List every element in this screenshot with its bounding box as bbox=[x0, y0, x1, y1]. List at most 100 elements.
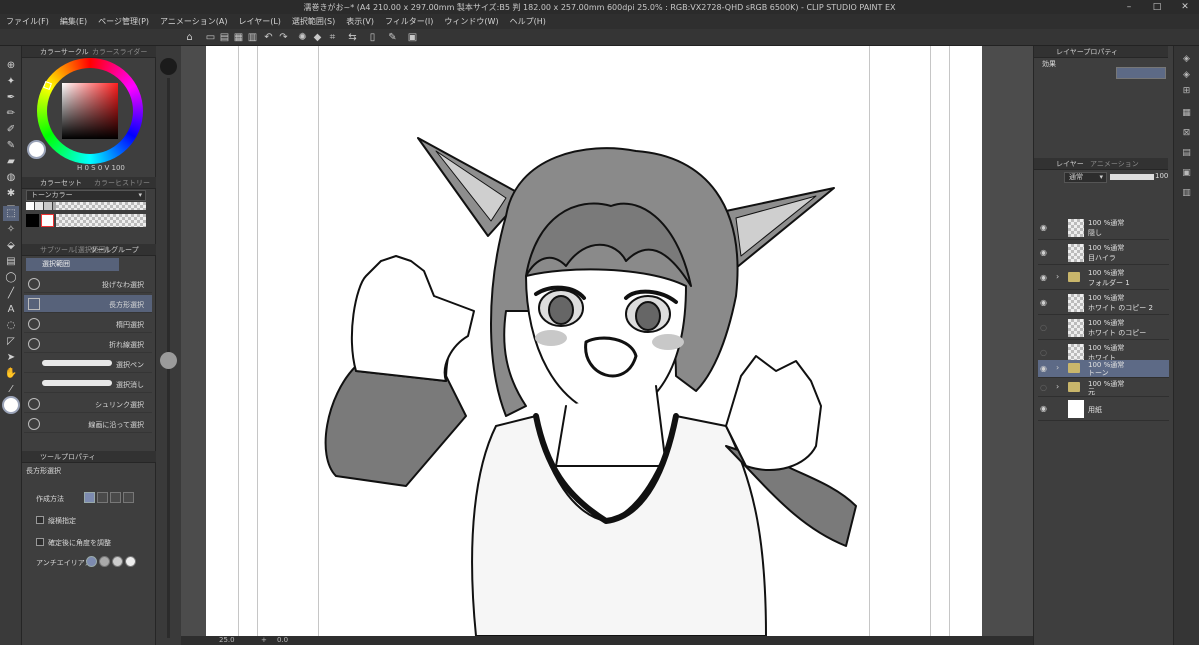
airbrush-tool-icon[interactable]: ✎ bbox=[3, 138, 19, 153]
minimize-button[interactable]: – bbox=[1115, 0, 1143, 14]
open-file-icon[interactable]: ▤ bbox=[218, 31, 231, 44]
layer-row[interactable]: ◉ 100 %通常 隠し bbox=[1038, 216, 1169, 240]
sub-tool-item[interactable]: 長方形選択 bbox=[24, 295, 152, 313]
layer-row[interactable]: ◉ 100 %通常 目ハイラ bbox=[1038, 241, 1169, 265]
redo-icon[interactable]: ↷ bbox=[277, 31, 290, 44]
export-icon[interactable]: ▥ bbox=[246, 31, 259, 44]
close-panel-icon[interactable]: ⊠ bbox=[1179, 126, 1194, 140]
tab-color-slider[interactable]: カラースライダー bbox=[92, 47, 147, 57]
zoom-in-icon[interactable]: + bbox=[261, 636, 267, 644]
sub-tool-item[interactable]: 投げなわ選択 bbox=[24, 275, 152, 293]
chevron-right-icon[interactable]: › bbox=[1056, 363, 1059, 372]
add-selection-button[interactable] bbox=[97, 492, 108, 503]
layer-search-icon[interactable]: ◈ bbox=[1179, 68, 1194, 82]
tab-color-set[interactable]: カラーセット bbox=[40, 178, 82, 188]
sub-tool-group-header[interactable]: 選択範囲 bbox=[26, 258, 119, 271]
layer-row[interactable]: ◉ › 100 %通常 フォルダー 1 bbox=[1038, 266, 1169, 290]
menu-filter[interactable]: フィルター(I) bbox=[385, 16, 433, 27]
swatch[interactable] bbox=[44, 202, 52, 210]
swatch[interactable] bbox=[41, 214, 54, 227]
transparent-swatch[interactable] bbox=[56, 202, 146, 210]
main-color-icon[interactable] bbox=[2, 396, 20, 414]
preview-icon[interactable]: ▣ bbox=[1179, 166, 1194, 180]
sub-tool-item[interactable]: 線画に沿って選択 bbox=[24, 415, 152, 433]
menu-help[interactable]: ヘルプ(H) bbox=[510, 16, 546, 27]
tab-layer[interactable]: レイヤー bbox=[1056, 159, 1084, 169]
layer-row-selected[interactable]: ◉ › 100 %通常 トーン bbox=[1038, 360, 1169, 378]
layer-stack-icon[interactable]: ◈ bbox=[1179, 52, 1194, 66]
eye-icon[interactable]: ◉ bbox=[1040, 364, 1047, 373]
effect-buttons[interactable] bbox=[1116, 67, 1166, 79]
sub-tool-item[interactable]: 選択消し bbox=[24, 375, 152, 393]
menu-window[interactable]: ウィンドウ(W) bbox=[444, 16, 498, 27]
layer-row[interactable]: ○ › 100 %通常 元 bbox=[1038, 379, 1169, 397]
tab-color-history[interactable]: カラーヒストリー bbox=[94, 178, 150, 188]
fill-bucket-icon[interactable]: ⬙ bbox=[3, 238, 19, 253]
eye-icon[interactable]: ◉ bbox=[1040, 248, 1047, 257]
new-file-icon[interactable]: ▭ bbox=[204, 31, 217, 44]
flip-icon[interactable]: ⇆ bbox=[346, 31, 359, 44]
menu-animation[interactable]: アニメーション(A) bbox=[160, 16, 227, 27]
move-tool-icon[interactable]: ✦ bbox=[3, 74, 19, 89]
selection-launcher-icon[interactable]: ▣ bbox=[406, 31, 419, 44]
blend-tool-icon[interactable]: ◍ bbox=[3, 170, 19, 185]
tab-tool-group[interactable]: ツールグループ bbox=[90, 245, 139, 255]
current-color-swatch[interactable] bbox=[27, 140, 46, 159]
saturation-value-square[interactable] bbox=[62, 83, 118, 139]
object-tool-icon[interactable]: ➤ bbox=[3, 350, 19, 365]
eye-off-icon[interactable]: ○ bbox=[1040, 348, 1047, 357]
eye-icon[interactable]: ◉ bbox=[1040, 404, 1047, 413]
eye-off-icon[interactable]: ○ bbox=[1040, 323, 1047, 332]
crop-icon[interactable]: ⌗ bbox=[326, 31, 339, 44]
swatch[interactable] bbox=[26, 214, 39, 227]
navigator-icon[interactable]: ⊞ bbox=[1179, 84, 1194, 98]
menu-edit[interactable]: 編集(E) bbox=[60, 16, 87, 27]
pencil-tool-icon[interactable]: ✏ bbox=[3, 106, 19, 121]
material-icon[interactable]: ▦ bbox=[1179, 106, 1194, 120]
tab-animation[interactable]: アニメーション bbox=[1090, 159, 1139, 169]
aspect-checkbox[interactable] bbox=[36, 516, 44, 524]
gradient-tool-icon[interactable]: ▤ bbox=[3, 254, 19, 269]
history-icon[interactable]: ▤ bbox=[1179, 146, 1194, 160]
tab-layer-property[interactable]: レイヤープロパティ bbox=[1056, 47, 1118, 57]
transform-icon[interactable]: ▯ bbox=[366, 31, 379, 44]
save-icon[interactable]: ▦ bbox=[232, 31, 245, 44]
blend-mode-dropdown[interactable]: 通常 ▾ bbox=[1064, 172, 1107, 183]
close-button[interactable]: ✕ bbox=[1171, 0, 1199, 14]
antialias-weak-button[interactable] bbox=[99, 556, 110, 567]
intersect-selection-button[interactable] bbox=[123, 492, 134, 503]
canvas-paper[interactable] bbox=[206, 46, 982, 636]
chevron-right-icon[interactable]: › bbox=[1056, 272, 1059, 281]
angle-checkbox[interactable] bbox=[36, 538, 44, 546]
sub-tool-item[interactable]: 選択ペン bbox=[24, 355, 152, 373]
eye-icon[interactable]: ◉ bbox=[1040, 223, 1047, 232]
subview-icon[interactable]: ▥ bbox=[1179, 186, 1194, 200]
clear-icon[interactable]: ✺ bbox=[296, 31, 309, 44]
balloon-tool-icon[interactable]: ◌ bbox=[3, 318, 19, 333]
fill-icon[interactable]: ◆ bbox=[311, 31, 324, 44]
swatch[interactable] bbox=[35, 202, 43, 210]
sub-tool-item[interactable]: 折れ線選択 bbox=[24, 335, 152, 353]
eye-off-icon[interactable]: ○ bbox=[1040, 383, 1047, 392]
opacity-value[interactable]: 100 bbox=[1155, 172, 1168, 180]
eraser-tool-icon[interactable]: ▰ bbox=[3, 154, 19, 169]
layer-row[interactable]: ◉ 100 %通常 ホワイト のコピー 2 bbox=[1038, 291, 1169, 315]
menu-layer[interactable]: レイヤー(L) bbox=[238, 16, 280, 27]
transparent-swatch[interactable] bbox=[56, 214, 146, 227]
subtract-selection-button[interactable] bbox=[110, 492, 121, 503]
brush-tool-icon[interactable]: ✐ bbox=[3, 122, 19, 137]
eye-icon[interactable]: ◉ bbox=[1040, 273, 1047, 282]
figure-tool-icon[interactable]: ◯ bbox=[3, 270, 19, 285]
sub-tool-item[interactable]: 楕円選択 bbox=[24, 315, 152, 333]
eyedropper-tool-icon[interactable]: ⁄ bbox=[3, 382, 19, 397]
antialias-strong-button[interactable] bbox=[125, 556, 136, 567]
color-set-dropdown[interactable]: トーンカラー ▾ bbox=[26, 190, 146, 201]
frame-tool-icon[interactable]: ◸ bbox=[3, 334, 19, 349]
menu-file[interactable]: ファイル(F) bbox=[6, 16, 49, 27]
layer-row[interactable]: ◉ 用紙 bbox=[1038, 397, 1169, 421]
antialias-none-button[interactable] bbox=[86, 556, 97, 567]
brush-size-handle[interactable] bbox=[160, 352, 177, 369]
antialias-medium-button[interactable] bbox=[112, 556, 123, 567]
menu-selection[interactable]: 選択範囲(S) bbox=[292, 16, 335, 27]
home-icon[interactable]: ⌂ bbox=[183, 31, 196, 44]
